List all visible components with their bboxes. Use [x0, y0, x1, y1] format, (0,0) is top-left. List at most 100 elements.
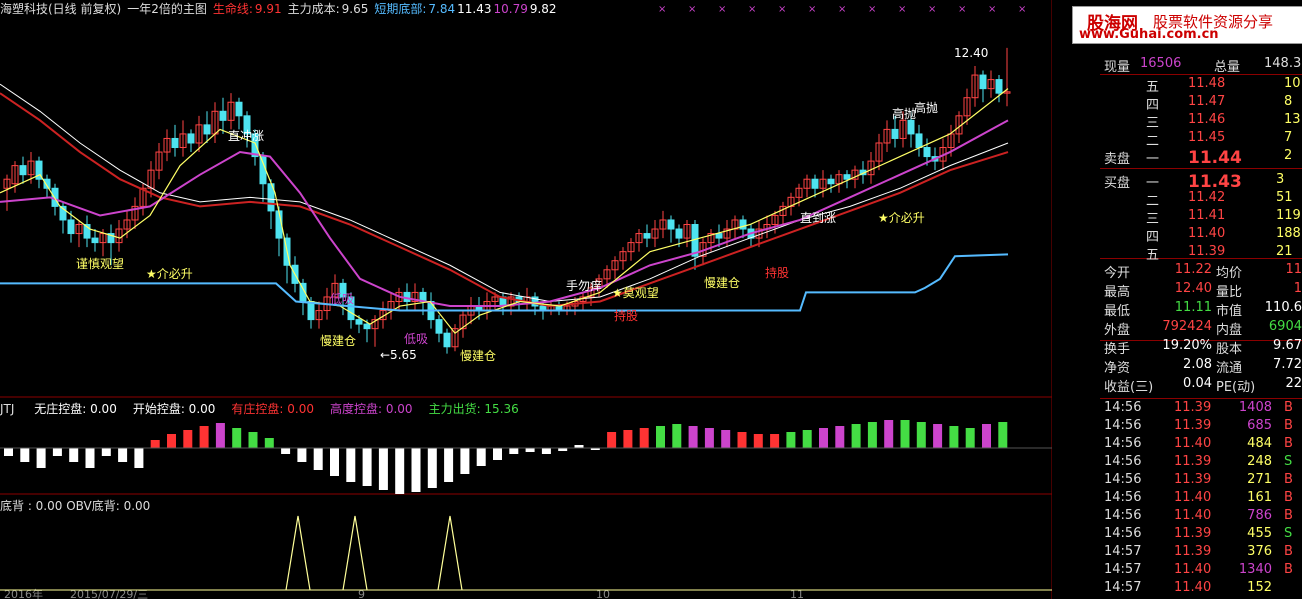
indicator1-title-bar: JTJ 无庄控盘: 0.00 开始控盘: 0.00 有庄控盘: 0.00 高度控盘: …	[0, 400, 535, 416]
chart-annotation: 高抛	[892, 106, 916, 121]
tick-volume: 484	[1247, 436, 1272, 451]
indicator1-bar	[851, 424, 861, 448]
bid-price: 11.40	[1188, 226, 1226, 241]
tick-time: 14:57	[1104, 544, 1142, 559]
tick-side: B	[1284, 400, 1293, 415]
indicator1-bar	[69, 448, 79, 462]
tick-price: 11.40	[1174, 562, 1212, 577]
candle-body	[643, 233, 651, 239]
candle-body	[811, 178, 819, 189]
stat-value: 11	[1285, 262, 1302, 277]
indicator1-bar	[362, 448, 372, 486]
tick-time: 14:57	[1104, 580, 1142, 595]
top-marker: ×	[748, 4, 756, 15]
tick-time: 14:56	[1104, 400, 1142, 415]
chart-annotation: ★莫观望	[612, 286, 659, 300]
cost-label: 主力成本:	[287, 2, 340, 16]
indicator1-bar	[688, 426, 698, 448]
indicator1-bar	[525, 448, 535, 452]
stat-label: 市值	[1216, 304, 1243, 319]
tick-volume: 248	[1247, 454, 1272, 469]
indicator1-bar	[770, 434, 780, 448]
candle-body	[907, 119, 915, 135]
total-volume-label: 总量	[1214, 60, 1241, 75]
tick-side: S	[1284, 454, 1293, 469]
tick-side: S	[1284, 526, 1293, 541]
indicator1-bar	[183, 430, 193, 448]
top-marker: ×	[898, 4, 906, 15]
ask-label: 卖盘	[1104, 152, 1131, 167]
ask-price: 11.46	[1188, 112, 1226, 127]
candle-body	[675, 228, 683, 239]
candle-body	[435, 319, 443, 334]
stat-value: 19.20%	[1162, 338, 1212, 353]
tick-side: B	[1284, 544, 1293, 559]
stat-value: 1	[1293, 281, 1302, 296]
lifeline-value: 9.91	[254, 2, 282, 16]
stat-value: 2.08	[1183, 357, 1212, 372]
bottom-value-3: 10.79	[493, 2, 528, 16]
top-marker: ×	[658, 4, 666, 15]
chart-annotation: 低吸	[330, 292, 354, 306]
indicator1-bar	[199, 426, 209, 448]
indicator1-bar	[884, 420, 894, 448]
indicator1-bar	[916, 422, 926, 448]
indicator1-bar	[672, 424, 682, 448]
ask-level: 二	[1146, 134, 1160, 149]
indicator1-bar	[476, 448, 486, 466]
candle-body	[307, 300, 315, 321]
stat-value: 12.40	[1174, 281, 1212, 296]
indicator2-spike	[285, 515, 311, 591]
tick-time: 14:56	[1104, 508, 1142, 523]
indicator1-bar	[215, 423, 225, 448]
candle-body	[827, 178, 835, 185]
ask-price: 11.45	[1188, 130, 1226, 145]
bottom-label: 短期底部:	[374, 2, 427, 16]
indicator1-bar	[933, 424, 943, 448]
stock-title: 海塑科技(日线 前复权)	[0, 2, 122, 16]
ask-price: 11.47	[1188, 94, 1226, 109]
indicator1-bar	[395, 448, 405, 494]
chart-annotation: 手勿痒	[566, 278, 602, 293]
tick-volume: 161	[1247, 490, 1272, 505]
stat-label: 外盘	[1104, 323, 1131, 338]
tick-time: 14:56	[1104, 526, 1142, 541]
panel-separator	[1100, 74, 1302, 75]
indicator1-bar	[721, 430, 731, 448]
tick-price: 11.39	[1174, 526, 1212, 541]
candlestick-chart[interactable]: 12.0011.0010.009.008.007.006.005.0015.00…	[0, 0, 1052, 599]
indicator1-bar	[998, 422, 1008, 448]
stat-label: 净资	[1104, 361, 1131, 376]
top-marker: ×	[928, 4, 936, 15]
ask-price: 11.48	[1188, 76, 1226, 91]
stat-value: 792424	[1162, 319, 1212, 334]
tick-time: 14:56	[1104, 418, 1142, 433]
candle-body	[995, 79, 1003, 94]
candle-body	[739, 219, 747, 230]
stat-value: 7.72	[1273, 357, 1302, 372]
indicator1-bar	[378, 448, 388, 490]
indicator1-item: 无庄控盘: 0.00	[34, 402, 117, 416]
stat-label: 今开	[1104, 266, 1131, 281]
total-volume-value: 148.3	[1264, 56, 1302, 71]
tick-price: 11.40	[1174, 490, 1212, 505]
tick-price: 11.40	[1174, 436, 1212, 451]
chart-annotation: 慢建仓	[320, 334, 356, 348]
indicator1-bar	[835, 426, 845, 448]
candle-body	[667, 219, 675, 230]
indicator1-bar	[20, 448, 30, 462]
ask-level: 四	[1146, 98, 1160, 113]
ask-level: 一	[1146, 152, 1160, 167]
stat-label: 股本	[1216, 342, 1243, 357]
tick-price: 11.39	[1174, 418, 1212, 433]
logo-url: www.Guhai.com.cn	[1079, 27, 1219, 42]
stat-label: 量比	[1216, 285, 1243, 300]
tick-time: 14:56	[1104, 490, 1142, 505]
candle-body	[891, 128, 899, 139]
tick-side: B	[1284, 472, 1293, 487]
stat-label: 最高	[1104, 285, 1131, 300]
candle-body	[219, 110, 227, 121]
tick-volume: 376	[1247, 544, 1272, 559]
bid-level: 四	[1146, 230, 1160, 245]
lifeline-label: 生命线:	[212, 2, 253, 16]
